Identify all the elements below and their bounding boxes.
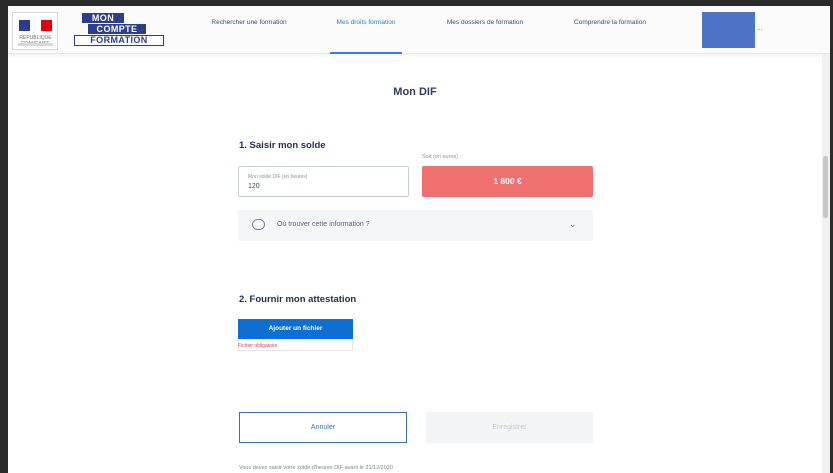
nav-comprendre-formation[interactable]: Comprendre la formation xyxy=(574,18,646,54)
nav-mes-droits-formation[interactable]: Mes droits formation xyxy=(330,18,402,54)
euro-value-box: 1 800 € xyxy=(422,166,593,197)
file-error-message: Fichier obligatoire xyxy=(238,343,278,349)
chevron-down-icon: ⌄ xyxy=(569,219,577,229)
top-header: RÉPUBLIQUE FRANÇAISE MON COMPTE FORMATIO… xyxy=(8,6,830,54)
scrollbar-thumb[interactable] xyxy=(823,156,828,218)
logo-line-1: MON xyxy=(82,13,124,23)
page-title: Mon DIF xyxy=(393,86,437,98)
page: RÉPUBLIQUE FRANÇAISE MON COMPTE FORMATIO… xyxy=(8,6,830,473)
section-1-title: 1. Saisir mon solde xyxy=(239,140,326,151)
republique-logo[interactable]: RÉPUBLIQUE FRANÇAISE xyxy=(12,12,58,50)
save-button[interactable]: Enregistrer xyxy=(426,412,593,443)
french-flag-icon xyxy=(19,20,52,31)
help-accordion[interactable]: Où trouver cette information ? ⌄ xyxy=(238,210,593,241)
dif-hours-input[interactable]: Mon solde DIF (en heures) 120 xyxy=(238,166,409,197)
cancel-button[interactable]: Annuler xyxy=(239,412,407,443)
euro-label: Soit (en euros) : xyxy=(422,154,462,160)
dif-hours-value: 120 xyxy=(248,183,260,190)
speech-bubble-icon xyxy=(252,219,265,230)
add-file-button[interactable]: Ajouter un fichier xyxy=(238,319,353,339)
dif-hours-label: Mon solde DIF (en heures) xyxy=(248,174,308,180)
mon-compte-formation-logo[interactable]: MON COMPTE FORMATION xyxy=(74,13,164,49)
help-text: Où trouver cette information ? xyxy=(277,221,370,228)
footnote: Vous devez saisir votre solde d'heures D… xyxy=(239,465,393,471)
logo-line-3: FORMATION xyxy=(74,35,164,46)
section-2-title: 2. Fournir mon attestation xyxy=(239,294,357,305)
nav-mes-dossiers-formation[interactable]: Mes dossiers de formation xyxy=(444,18,526,54)
logo-line-2: COMPTE xyxy=(88,24,146,34)
nav-tail: … xyxy=(756,25,763,32)
account-menu-redacted[interactable] xyxy=(702,12,755,48)
nav-rechercher-formation[interactable]: Rechercher une formation xyxy=(210,18,288,54)
scrollbar-track[interactable] xyxy=(822,54,830,473)
